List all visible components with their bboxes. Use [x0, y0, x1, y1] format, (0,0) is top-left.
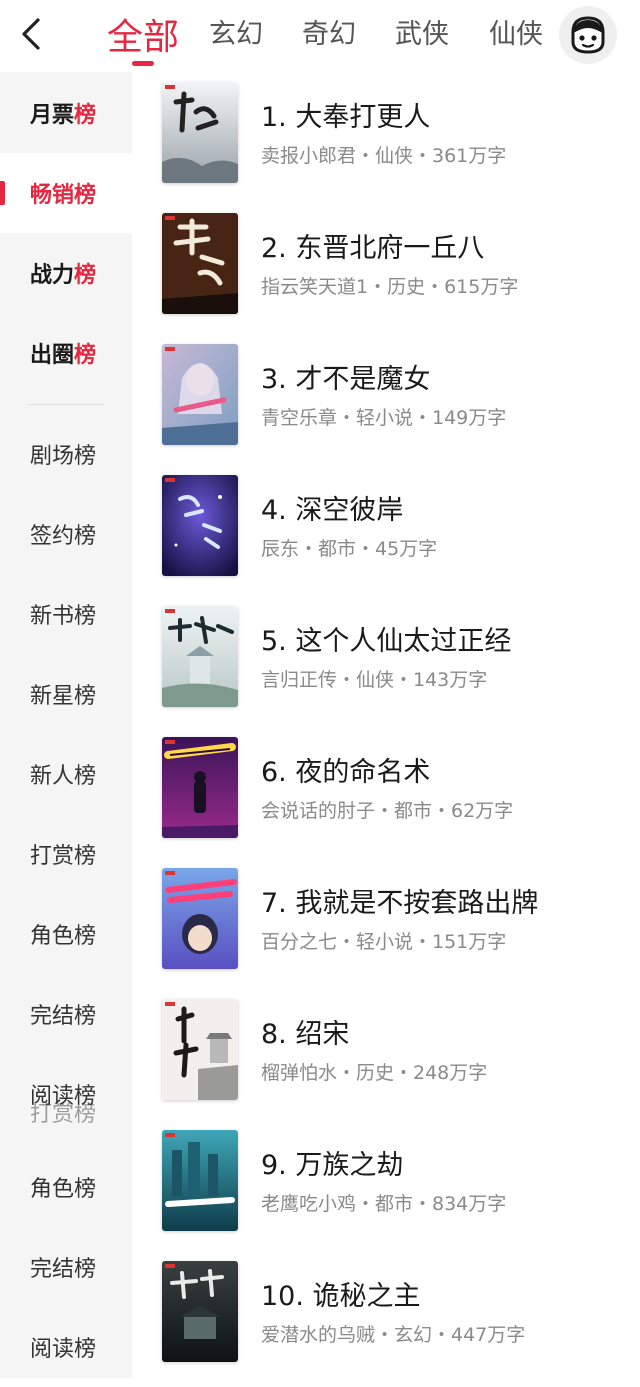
- category-tabs: 全部 玄幻 奇幻 武侠 仙侠: [95, 0, 555, 72]
- book-cover: [162, 82, 238, 183]
- back-button[interactable]: [14, 14, 50, 54]
- sidebar-item-reading-2[interactable]: 阅读榜: [0, 1307, 132, 1387]
- sidebar-item-label: 阅读榜: [30, 1337, 97, 1362]
- sidebar-item-characters-2[interactable]: 角色榜: [0, 1147, 132, 1227]
- tab-xianxia[interactable]: 仙侠: [489, 12, 543, 51]
- book-item[interactable]: 2. 东晋北府一丘八 指云笑天道1・历史・615万字: [132, 202, 640, 333]
- book-item[interactable]: 10. 诡秘之主 爱潜水的乌贼・玄幻・447万字: [132, 1250, 640, 1381]
- book-meta: 榴弹怕水・历史・248万字: [261, 1062, 488, 1084]
- book-meta: 言归正传・仙侠・143万字: [261, 669, 488, 691]
- sidebar-divider: [28, 404, 104, 405]
- book-meta: 百分之七・轻小说・151万字: [261, 931, 507, 953]
- book-meta: 会说话的肘子・都市・62万字: [261, 800, 514, 822]
- book-item[interactable]: 9. 万族之劫 老鹰吃小鸡・都市・834万字: [132, 1119, 640, 1250]
- book-title: 9. 万族之劫: [261, 1150, 404, 1181]
- ranking-sidebar: 月票榜 畅销榜 战力榜 出圈榜 剧场榜 签约榜 新书榜 新星榜 新人榜 打赏榜 …: [0, 72, 132, 1378]
- book-title: 8. 绍宋: [261, 1019, 350, 1050]
- chevron-left-icon: [22, 18, 40, 50]
- sidebar-item-label: 角色榜: [30, 1177, 97, 1202]
- sidebar-item-signed[interactable]: 签约榜: [0, 494, 132, 574]
- sidebar-item-label: 战力榜: [30, 263, 97, 288]
- sidebar-item-label: 新书榜: [30, 604, 97, 629]
- sidebar-item-label: 完结榜: [30, 1004, 97, 1029]
- book-item[interactable]: 6. 夜的命名术 会说话的肘子・都市・62万字: [132, 726, 640, 857]
- book-cover: [162, 737, 238, 838]
- book-cover: [162, 1130, 238, 1231]
- book-title: 6. 夜的命名术: [261, 757, 431, 788]
- sidebar-item-label: 新人榜: [30, 764, 97, 789]
- sidebar-item-label: 月票榜: [30, 103, 97, 128]
- book-cover: [162, 475, 238, 576]
- sidebar-ghost-label: 打赏榜: [30, 1102, 97, 1127]
- active-tab-indicator: [132, 61, 154, 66]
- book-meta: 爱潜水的乌贼・玄幻・447万字: [261, 1324, 526, 1346]
- sidebar-item-tips[interactable]: 打赏榜: [0, 814, 132, 894]
- book-cover: [162, 606, 238, 707]
- sidebar-item-new-stars[interactable]: 新星榜: [0, 654, 132, 734]
- active-item-indicator: [0, 181, 5, 205]
- book-meta: 辰东・都市・45万字: [261, 538, 438, 560]
- top-bar: 全部 玄幻 奇幻 武侠 仙侠: [0, 0, 640, 72]
- book-item[interactable]: 8. 绍宋 榴弹怕水・历史・248万字: [132, 988, 640, 1119]
- sidebar-item-label: 剧场榜: [30, 444, 97, 469]
- sidebar-item-breakout[interactable]: 出圈榜: [0, 313, 132, 393]
- sidebar-item-label: 签约榜: [30, 524, 97, 549]
- book-cover: [162, 344, 238, 445]
- sidebar-item-new-books[interactable]: 新书榜: [0, 574, 132, 654]
- book-meta: 青空乐章・轻小说・149万字: [261, 407, 507, 429]
- book-title: 2. 东晋北府一丘八: [261, 233, 485, 264]
- book-title: 3. 才不是魔女: [261, 364, 431, 395]
- sidebar-item-monthly-ticket[interactable]: 月票榜: [0, 73, 132, 153]
- book-title: 4. 深空彼岸: [261, 495, 404, 526]
- book-title: 7. 我就是不按套路出牌: [261, 888, 539, 919]
- book-item[interactable]: 5. 这个人仙太过正经 言归正传・仙侠・143万字: [132, 595, 640, 726]
- user-avatar-button[interactable]: [559, 6, 617, 64]
- book-meta: 卖报小郎君・仙侠・361万字: [261, 145, 507, 167]
- sidebar-item-completed-2[interactable]: 完结榜: [0, 1227, 132, 1307]
- tab-all[interactable]: 全部: [107, 8, 179, 60]
- book-title: 5. 这个人仙太过正经: [261, 626, 512, 657]
- book-cover: [162, 213, 238, 314]
- book-meta: 指云笑天道1・历史・615万字: [261, 276, 519, 298]
- sidebar-item-label: 角色榜: [30, 924, 97, 949]
- sidebar-item-theater[interactable]: 剧场榜: [0, 414, 132, 494]
- book-title: 1. 大奉打更人: [261, 102, 431, 133]
- tab-qihuan[interactable]: 奇幻: [302, 12, 356, 51]
- tab-wuxia[interactable]: 武侠: [395, 12, 449, 51]
- user-avatar-icon: [571, 16, 605, 54]
- sidebar-item-label: 畅销榜: [30, 183, 97, 208]
- book-meta: 老鹰吃小鸡・都市・834万字: [261, 1193, 507, 1215]
- sidebar-item-label: 新星榜: [30, 684, 97, 709]
- book-cover: [162, 868, 238, 969]
- sidebar-item-label: 打赏榜: [30, 844, 97, 869]
- book-item[interactable]: 3. 才不是魔女 青空乐章・轻小说・149万字: [132, 333, 640, 464]
- book-item[interactable]: 7. 我就是不按套路出牌 百分之七・轻小说・151万字: [132, 857, 640, 988]
- sidebar-item-label: 出圈榜: [30, 343, 97, 368]
- sidebar-item-completed[interactable]: 完结榜: [0, 974, 132, 1054]
- sidebar-item-label: 完结榜: [30, 1257, 97, 1282]
- sidebar-item-bestseller[interactable]: 畅销榜: [0, 153, 132, 233]
- book-item[interactable]: 4. 深空彼岸 辰东・都市・45万字: [132, 464, 640, 595]
- sidebar-item-characters[interactable]: 角色榜: [0, 894, 132, 974]
- tab-xuanhuan[interactable]: 玄幻: [209, 12, 263, 51]
- book-cover: [162, 1261, 238, 1362]
- sidebar-item-new-authors[interactable]: 新人榜: [0, 734, 132, 814]
- sidebar-item-power[interactable]: 战力榜: [0, 233, 132, 313]
- book-title: 10. 诡秘之主: [261, 1281, 421, 1312]
- book-cover: [162, 999, 238, 1100]
- book-item[interactable]: 1. 大奉打更人 卖报小郎君・仙侠・361万字: [132, 71, 640, 202]
